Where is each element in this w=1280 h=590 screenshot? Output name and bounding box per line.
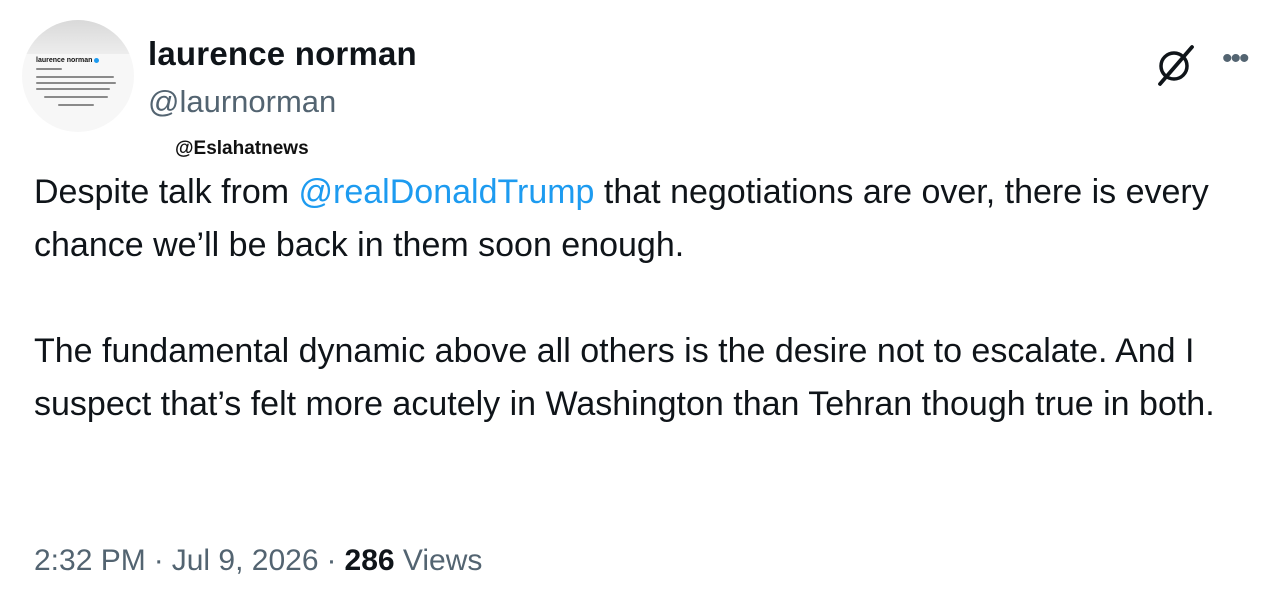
tweet-date[interactable]: Jul 9, 2026 bbox=[172, 544, 319, 577]
verified-badge-icon bbox=[94, 57, 100, 63]
tweet-text: Despite talk from @realDonaldTrump that … bbox=[34, 166, 1259, 431]
avatar-card-name: laurence norman bbox=[36, 57, 100, 64]
tweet-meta: 2:32 PM · Jul 9, 2026 · 286 Views bbox=[34, 544, 482, 578]
tweet-paragraph: Despite talk from @realDonaldTrump that … bbox=[34, 166, 1259, 272]
avatar-card-line bbox=[44, 96, 108, 98]
avatar-card-line bbox=[36, 68, 62, 70]
tweet-time[interactable]: 2:32 PM bbox=[34, 544, 146, 577]
watermark: @Eslahatnews bbox=[175, 138, 309, 159]
tweet-text-segment: Despite talk from bbox=[34, 173, 299, 211]
more-icon[interactable]: ••• bbox=[1222, 44, 1262, 74]
avatar-card-line bbox=[58, 104, 94, 106]
meta-separator: · bbox=[326, 544, 337, 577]
tweet-paragraph: The fundamental dynamic above all others… bbox=[34, 332, 1215, 423]
meta-separator: · bbox=[153, 544, 164, 577]
avatar-card-line bbox=[36, 82, 116, 84]
views-count: 286 bbox=[344, 544, 395, 577]
mention-link[interactable]: @realDonaldTrump bbox=[299, 173, 595, 211]
views-label: Views bbox=[402, 544, 483, 577]
avatar-banner bbox=[22, 20, 134, 54]
author-display-name[interactable]: laurence norman bbox=[148, 35, 417, 73]
avatar-card-line bbox=[36, 76, 114, 78]
author-handle[interactable]: @laurnorman bbox=[148, 84, 336, 120]
grok-icon[interactable] bbox=[1152, 41, 1200, 89]
avatar-card-line bbox=[36, 88, 110, 90]
tweet-card: laurence norman laurence norman @laurnor… bbox=[0, 0, 1280, 590]
avatar[interactable]: laurence norman bbox=[22, 20, 134, 132]
grok-icon-graphic bbox=[1158, 45, 1194, 86]
